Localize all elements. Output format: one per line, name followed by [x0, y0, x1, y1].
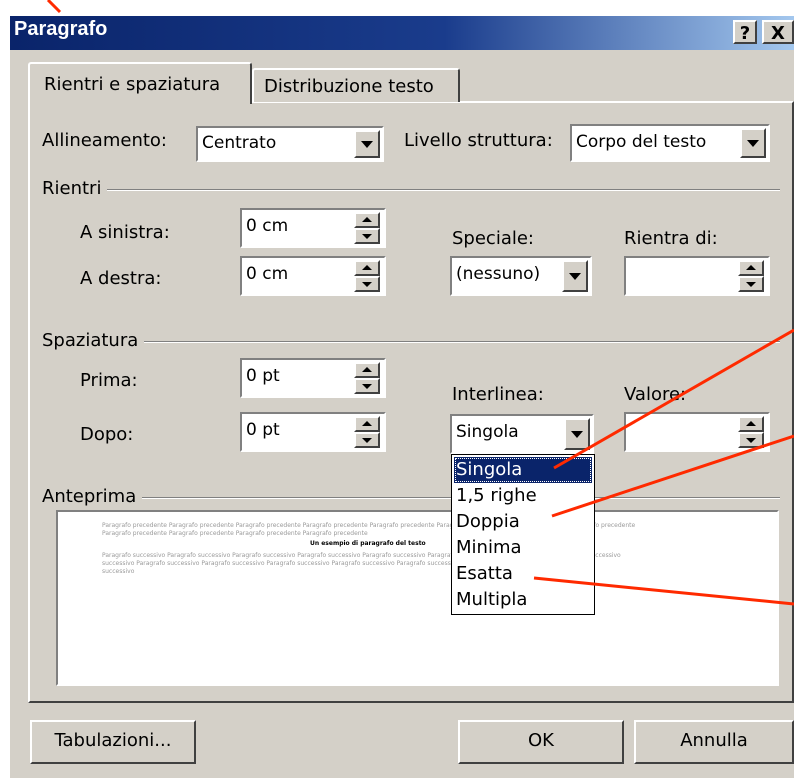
line-spacing-option[interactable]: Multipla: [454, 587, 592, 613]
spin-down-icon[interactable]: [738, 276, 764, 292]
space-after-spinner[interactable]: [354, 416, 380, 448]
right-indent-input[interactable]: 0 cm: [240, 256, 386, 296]
indents-divider: [42, 189, 780, 191]
spin-down-icon[interactable]: [354, 228, 380, 244]
space-before-value: 0 pt: [246, 366, 280, 386]
special-label: Speciale:: [452, 228, 534, 249]
ok-button[interactable]: OK: [458, 720, 624, 764]
alignment-value: Centrato: [202, 133, 277, 153]
spin-up-icon[interactable]: [354, 362, 380, 378]
at-label: Valore:: [624, 384, 687, 405]
line-spacing-option[interactable]: 1,5 righe: [454, 483, 592, 509]
left-indent-value: 0 cm: [246, 216, 289, 236]
alignment-select[interactable]: Centrato: [196, 126, 384, 162]
ok-button-label: OK: [528, 730, 554, 751]
right-indent-spinner[interactable]: [354, 260, 380, 292]
line-spacing-select[interactable]: Singola: [450, 414, 594, 454]
tabs-button[interactable]: Tabulazioni...: [30, 720, 196, 764]
at-spinner[interactable]: [738, 416, 764, 448]
spin-up-icon[interactable]: [738, 416, 764, 432]
chevron-down-icon[interactable]: [564, 418, 590, 450]
outline-level-select[interactable]: Corpo del testo: [570, 124, 770, 162]
spin-down-icon[interactable]: [354, 276, 380, 292]
spin-down-icon[interactable]: [738, 432, 764, 448]
space-before-spinner[interactable]: [354, 362, 380, 394]
indent-by-input[interactable]: [624, 256, 770, 296]
at-input[interactable]: [624, 412, 770, 452]
annotation-arrow-top: [46, 0, 62, 14]
space-before-label: Prima:: [80, 370, 138, 391]
cancel-button-label: Annulla: [680, 730, 748, 751]
cancel-button[interactable]: Annulla: [634, 720, 794, 764]
line-spacing-value: Singola: [456, 422, 519, 442]
line-spacing-dropdown-list[interactable]: Singola 1,5 righe Doppia Minima Esatta M…: [451, 454, 595, 615]
line-spacing-label: Interlinea:: [452, 384, 544, 405]
preview-divider: [42, 497, 780, 499]
tab-text-flow[interactable]: Distribuzione testo: [252, 68, 460, 102]
title-bar[interactable]: [10, 16, 794, 50]
outline-level-value: Corpo del testo: [576, 132, 707, 152]
indent-by-spinner[interactable]: [738, 260, 764, 292]
chevron-down-icon[interactable]: [562, 260, 588, 292]
spin-down-icon[interactable]: [354, 432, 380, 448]
preview-box: Paragrafo precedente Paragrafo precedent…: [56, 510, 779, 686]
tab-label: Rientri e spaziatura: [44, 74, 221, 95]
line-spacing-option[interactable]: Singola: [454, 457, 592, 483]
left-indent-spinner[interactable]: [354, 212, 380, 244]
spin-down-icon[interactable]: [354, 378, 380, 394]
indent-by-label: Rientra di:: [624, 228, 718, 249]
dialog-title: Paragrafo: [14, 18, 108, 40]
indents-group-label: Rientri: [42, 178, 108, 199]
spacing-divider: [42, 341, 780, 343]
line-spacing-option[interactable]: Esatta: [454, 561, 592, 587]
spacing-group-label: Spaziatura: [42, 330, 145, 351]
special-select[interactable]: (nessuno): [450, 256, 592, 296]
preview-sample-text: Un esempio di paragrafo del testo: [310, 540, 426, 547]
line-spacing-option[interactable]: Minima: [454, 535, 592, 561]
space-after-value: 0 pt: [246, 420, 280, 440]
alignment-label: Allineamento:: [42, 130, 167, 151]
chevron-down-icon[interactable]: [740, 128, 766, 158]
preview-next-text: successivo: [102, 568, 135, 575]
help-button[interactable]: ?: [733, 20, 757, 44]
line-spacing-option[interactable]: Doppia: [454, 509, 592, 535]
space-before-input[interactable]: 0 pt: [240, 358, 386, 398]
left-indent-input[interactable]: 0 cm: [240, 208, 386, 248]
spin-up-icon[interactable]: [354, 416, 380, 432]
tab-indents-spacing[interactable]: Rientri e spaziatura: [28, 62, 252, 104]
preview-group-label: Anteprima: [42, 486, 143, 507]
right-indent-value: 0 cm: [246, 264, 289, 284]
outline-level-label: Livello struttura:: [404, 130, 553, 151]
space-after-input[interactable]: 0 pt: [240, 412, 386, 452]
spin-up-icon[interactable]: [738, 260, 764, 276]
spin-up-icon[interactable]: [354, 212, 380, 228]
preview-previous-text: Paragrafo precedente Paragrafo precedent…: [102, 530, 368, 537]
tab-label: Distribuzione testo: [264, 76, 434, 97]
spin-up-icon[interactable]: [354, 260, 380, 276]
left-indent-label: A sinistra:: [80, 222, 170, 243]
tabs-button-label: Tabulazioni...: [54, 730, 172, 751]
special-value: (nessuno): [456, 264, 541, 284]
space-after-label: Dopo:: [80, 424, 134, 445]
close-button[interactable]: X: [762, 20, 794, 44]
right-indent-label: A destra:: [80, 268, 162, 289]
chevron-down-icon[interactable]: [354, 130, 380, 158]
